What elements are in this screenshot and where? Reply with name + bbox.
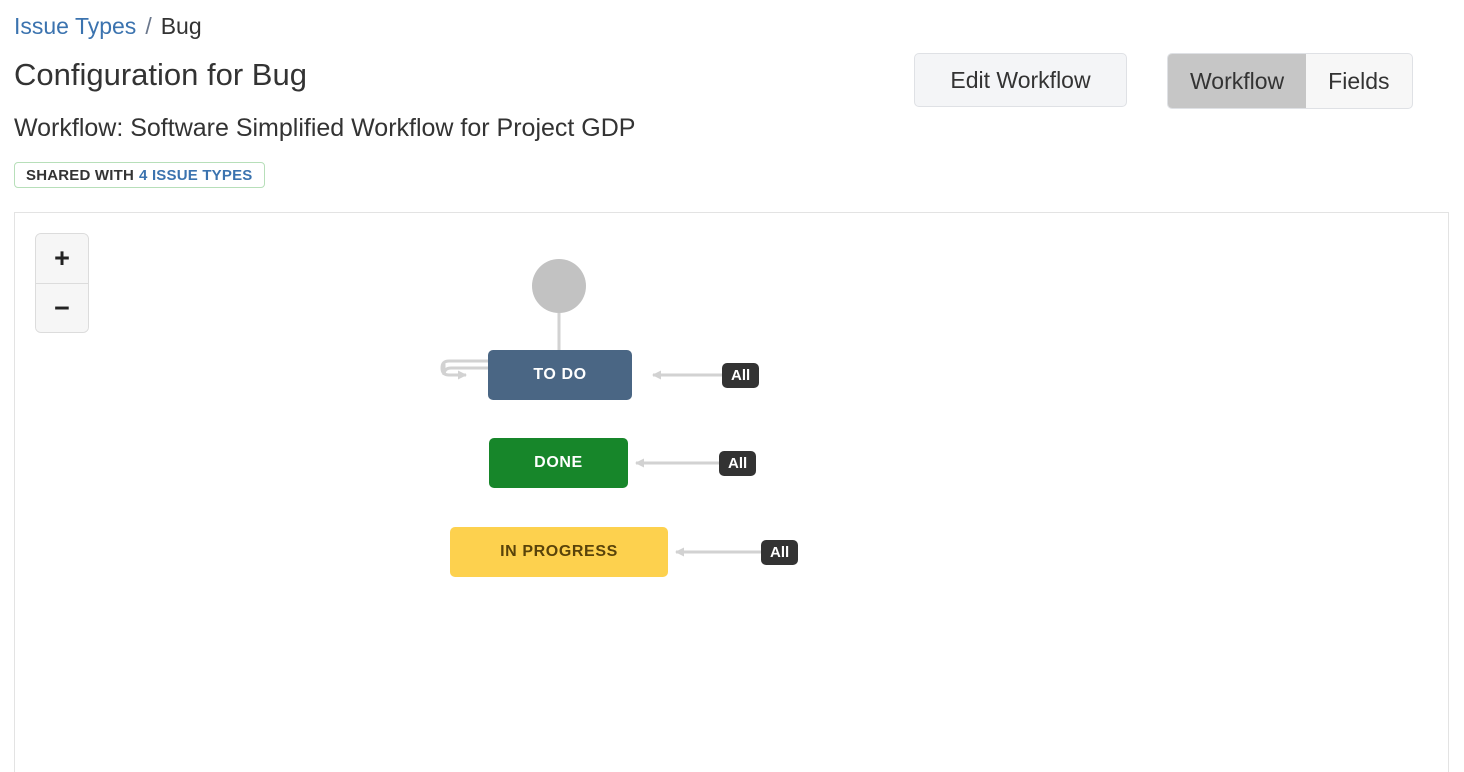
view-toggle-group: Workflow Fields bbox=[1167, 53, 1413, 109]
page-title: Configuration for Bug bbox=[14, 57, 307, 92]
transition-badge-done-label: All bbox=[728, 455, 748, 472]
zoom-controls: + − bbox=[35, 233, 89, 333]
breadcrumb-current-bug: Bug bbox=[160, 13, 202, 39]
shared-with-badge: SHARED WITH 4 ISSUE TYPES bbox=[14, 162, 265, 188]
workflow-node-in-progress[interactable]: IN PROGRESS bbox=[450, 527, 668, 577]
shared-with-label: SHARED WITH bbox=[26, 166, 135, 184]
breadcrumb-separator: / bbox=[145, 13, 152, 39]
workflow-node-to-do-label: TO DO bbox=[533, 366, 587, 383]
workflow-node-done[interactable]: DONE bbox=[489, 438, 628, 488]
workflow-node-in-progress-label: IN PROGRESS bbox=[500, 543, 618, 560]
zoom-in-button[interactable]: + bbox=[36, 234, 88, 283]
shared-issue-types-link[interactable]: 4 ISSUE TYPES bbox=[139, 167, 252, 184]
transition-badge-in-progress[interactable]: All bbox=[761, 540, 799, 565]
breadcrumb: Issue Types / Bug bbox=[14, 11, 202, 41]
transition-badge-in-progress-label: All bbox=[770, 544, 790, 561]
zoom-out-button[interactable]: − bbox=[36, 283, 88, 332]
workflow-node-done-label: DONE bbox=[534, 454, 583, 471]
workflow-node-to-do[interactable]: TO DO bbox=[488, 350, 632, 400]
tab-fields[interactable]: Fields bbox=[1306, 54, 1411, 108]
workflow-diagram-panel: + − TO DO DONE IN PROGRESS All All All bbox=[14, 212, 1449, 772]
workflow-connector-layer bbox=[440, 313, 761, 557]
edit-workflow-button[interactable]: Edit Workflow bbox=[914, 53, 1127, 107]
transition-badge-to-do[interactable]: All bbox=[722, 363, 760, 388]
transition-badge-done[interactable]: All bbox=[719, 451, 757, 476]
transition-badge-to-do-label: All bbox=[731, 367, 751, 384]
breadcrumb-link-issue-types[interactable]: Issue Types bbox=[14, 13, 136, 39]
tab-workflow[interactable]: Workflow bbox=[1168, 54, 1307, 108]
workflow-subtitle: Workflow: Software Simplified Workflow f… bbox=[14, 114, 636, 142]
workflow-start-node[interactable] bbox=[532, 259, 586, 313]
